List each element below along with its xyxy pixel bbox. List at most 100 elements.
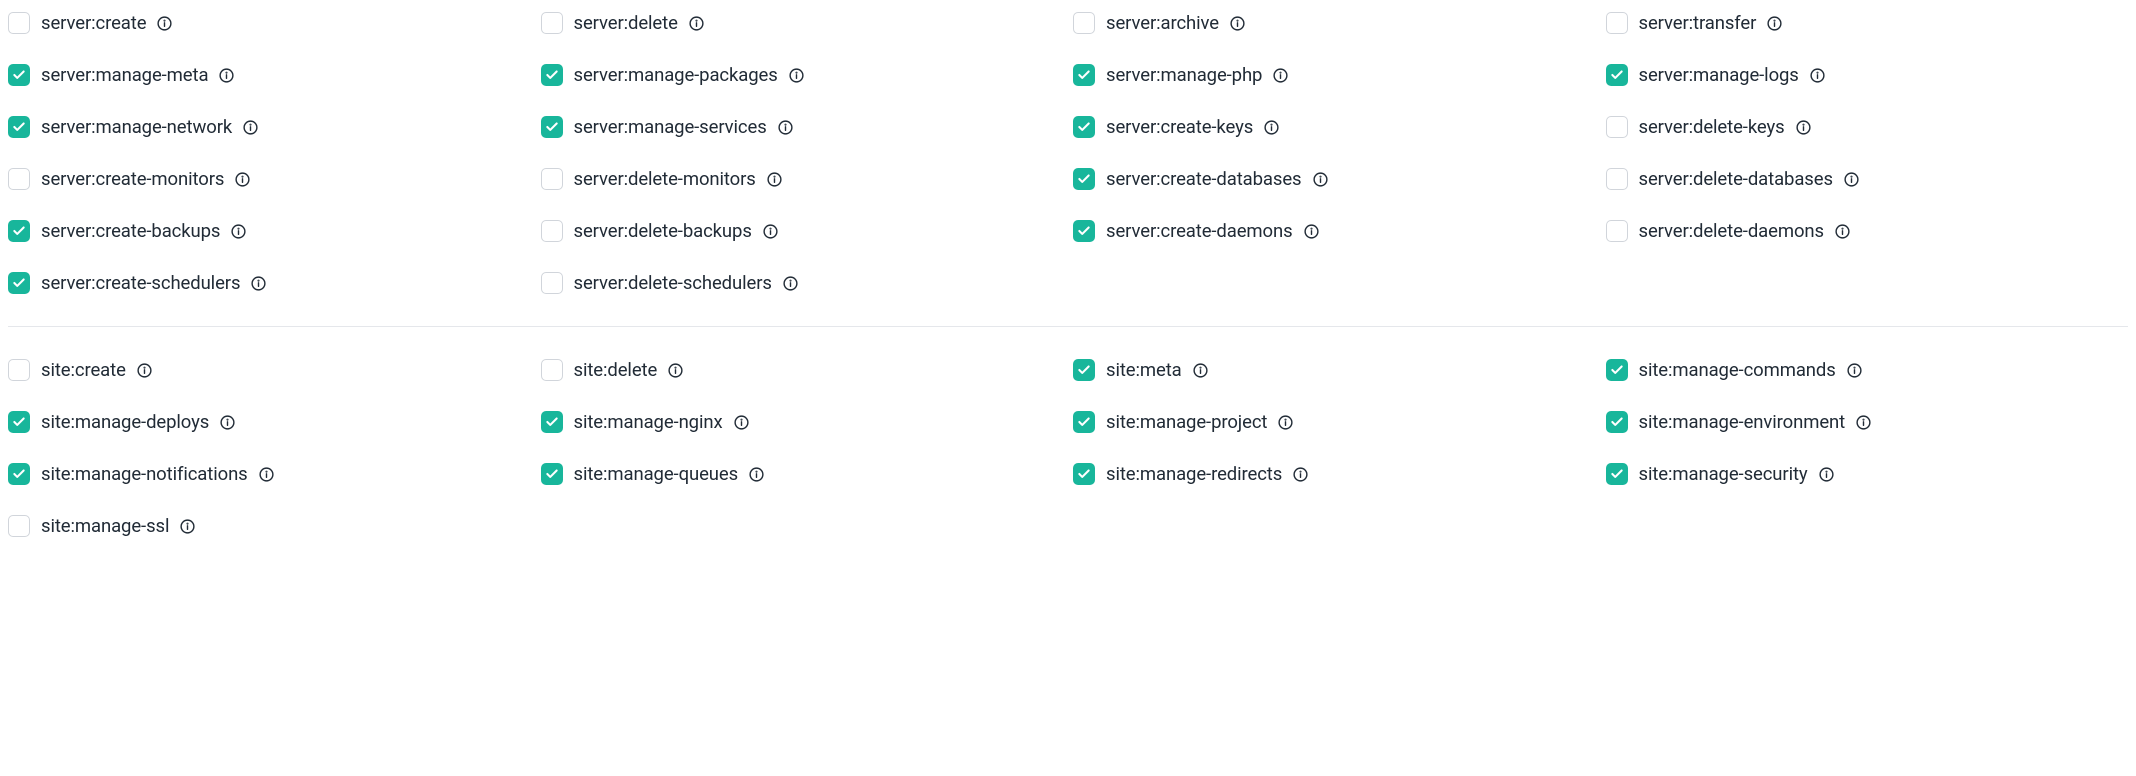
info-icon[interactable]: [788, 67, 805, 84]
permission-item[interactable]: site:manage-environment: [1606, 411, 2129, 433]
info-icon[interactable]: [219, 414, 236, 431]
permission-checkbox[interactable]: [8, 64, 30, 86]
info-icon[interactable]: [258, 466, 275, 483]
info-icon[interactable]: [1855, 414, 1872, 431]
permission-checkbox[interactable]: [1606, 12, 1628, 34]
info-icon[interactable]: [1846, 362, 1863, 379]
info-icon[interactable]: [1818, 466, 1835, 483]
info-icon[interactable]: [250, 275, 267, 292]
permission-checkbox[interactable]: [1606, 168, 1628, 190]
permission-item[interactable]: server:create-keys: [1073, 116, 1596, 138]
permission-checkbox[interactable]: [8, 220, 30, 242]
permission-checkbox[interactable]: [541, 64, 563, 86]
permission-checkbox[interactable]: [8, 359, 30, 381]
permission-item[interactable]: server:create-databases: [1073, 168, 1596, 190]
permission-item[interactable]: site:create: [8, 359, 531, 381]
permission-checkbox[interactable]: [8, 168, 30, 190]
permission-item[interactable]: server:delete-daemons: [1606, 220, 2129, 242]
info-icon[interactable]: [1312, 171, 1329, 188]
permission-item[interactable]: server:create: [8, 12, 531, 34]
permission-checkbox[interactable]: [1606, 220, 1628, 242]
info-icon[interactable]: [136, 362, 153, 379]
permission-checkbox[interactable]: [8, 116, 30, 138]
permission-item[interactable]: server:manage-network: [8, 116, 531, 138]
permission-checkbox[interactable]: [1073, 168, 1095, 190]
permission-checkbox[interactable]: [1606, 411, 1628, 433]
permission-checkbox[interactable]: [1073, 411, 1095, 433]
permission-checkbox[interactable]: [541, 359, 563, 381]
info-icon[interactable]: [1229, 15, 1246, 32]
info-icon[interactable]: [667, 362, 684, 379]
info-icon[interactable]: [1834, 223, 1851, 240]
permission-item[interactable]: server:manage-php: [1073, 64, 1596, 86]
info-icon[interactable]: [1795, 119, 1812, 136]
info-icon[interactable]: [688, 15, 705, 32]
info-icon[interactable]: [733, 414, 750, 431]
info-icon[interactable]: [156, 15, 173, 32]
permission-item[interactable]: site:manage-commands: [1606, 359, 2129, 381]
permission-checkbox[interactable]: [1606, 463, 1628, 485]
permission-item[interactable]: server:delete-monitors: [541, 168, 1064, 190]
info-icon[interactable]: [1277, 414, 1294, 431]
permission-checkbox[interactable]: [541, 220, 563, 242]
permission-item[interactable]: server:delete-databases: [1606, 168, 2129, 190]
permission-checkbox[interactable]: [1073, 463, 1095, 485]
info-icon[interactable]: [1766, 15, 1783, 32]
permission-item[interactable]: server:manage-packages: [541, 64, 1064, 86]
info-icon[interactable]: [1303, 223, 1320, 240]
permission-item[interactable]: server:delete-schedulers: [541, 272, 1064, 294]
permission-item[interactable]: server:create-backups: [8, 220, 531, 242]
permission-checkbox[interactable]: [8, 463, 30, 485]
permission-checkbox[interactable]: [8, 411, 30, 433]
permission-item[interactable]: server:manage-services: [541, 116, 1064, 138]
permission-item[interactable]: site:manage-redirects: [1073, 463, 1596, 485]
permission-item[interactable]: site:manage-project: [1073, 411, 1596, 433]
info-icon[interactable]: [748, 466, 765, 483]
info-icon[interactable]: [782, 275, 799, 292]
permission-item[interactable]: server:create-monitors: [8, 168, 531, 190]
permission-item[interactable]: site:manage-ssl: [8, 515, 531, 537]
permission-checkbox[interactable]: [8, 12, 30, 34]
info-icon[interactable]: [762, 223, 779, 240]
permission-checkbox[interactable]: [541, 116, 563, 138]
info-icon[interactable]: [1843, 171, 1860, 188]
permission-checkbox[interactable]: [1606, 116, 1628, 138]
info-icon[interactable]: [218, 67, 235, 84]
permission-item[interactable]: site:manage-notifications: [8, 463, 531, 485]
permission-checkbox[interactable]: [8, 272, 30, 294]
info-icon[interactable]: [230, 223, 247, 240]
info-icon[interactable]: [234, 171, 251, 188]
info-icon[interactable]: [1292, 466, 1309, 483]
permission-item[interactable]: server:transfer: [1606, 12, 2129, 34]
permission-checkbox[interactable]: [1073, 220, 1095, 242]
permission-checkbox[interactable]: [1073, 359, 1095, 381]
permission-item[interactable]: site:meta: [1073, 359, 1596, 381]
permission-item[interactable]: server:delete-backups: [541, 220, 1064, 242]
permission-checkbox[interactable]: [541, 272, 563, 294]
permission-item[interactable]: server:delete-keys: [1606, 116, 2129, 138]
permission-checkbox[interactable]: [541, 463, 563, 485]
permission-item[interactable]: site:manage-deploys: [8, 411, 531, 433]
permission-item[interactable]: site:manage-security: [1606, 463, 2129, 485]
permission-checkbox[interactable]: [541, 12, 563, 34]
permission-checkbox[interactable]: [1606, 64, 1628, 86]
permission-checkbox[interactable]: [1073, 12, 1095, 34]
permission-item[interactable]: server:manage-logs: [1606, 64, 2129, 86]
info-icon[interactable]: [1263, 119, 1280, 136]
permission-item[interactable]: site:delete: [541, 359, 1064, 381]
permission-checkbox[interactable]: [1073, 116, 1095, 138]
info-icon[interactable]: [1192, 362, 1209, 379]
info-icon[interactable]: [1809, 67, 1826, 84]
permission-item[interactable]: server:create-daemons: [1073, 220, 1596, 242]
permission-checkbox[interactable]: [1073, 64, 1095, 86]
info-icon[interactable]: [242, 119, 259, 136]
info-icon[interactable]: [179, 518, 196, 535]
permission-checkbox[interactable]: [1606, 359, 1628, 381]
permission-checkbox[interactable]: [541, 411, 563, 433]
permission-checkbox[interactable]: [541, 168, 563, 190]
permission-item[interactable]: site:manage-nginx: [541, 411, 1064, 433]
permission-checkbox[interactable]: [8, 515, 30, 537]
info-icon[interactable]: [1272, 67, 1289, 84]
permission-item[interactable]: server:manage-meta: [8, 64, 531, 86]
permission-item[interactable]: server:delete: [541, 12, 1064, 34]
